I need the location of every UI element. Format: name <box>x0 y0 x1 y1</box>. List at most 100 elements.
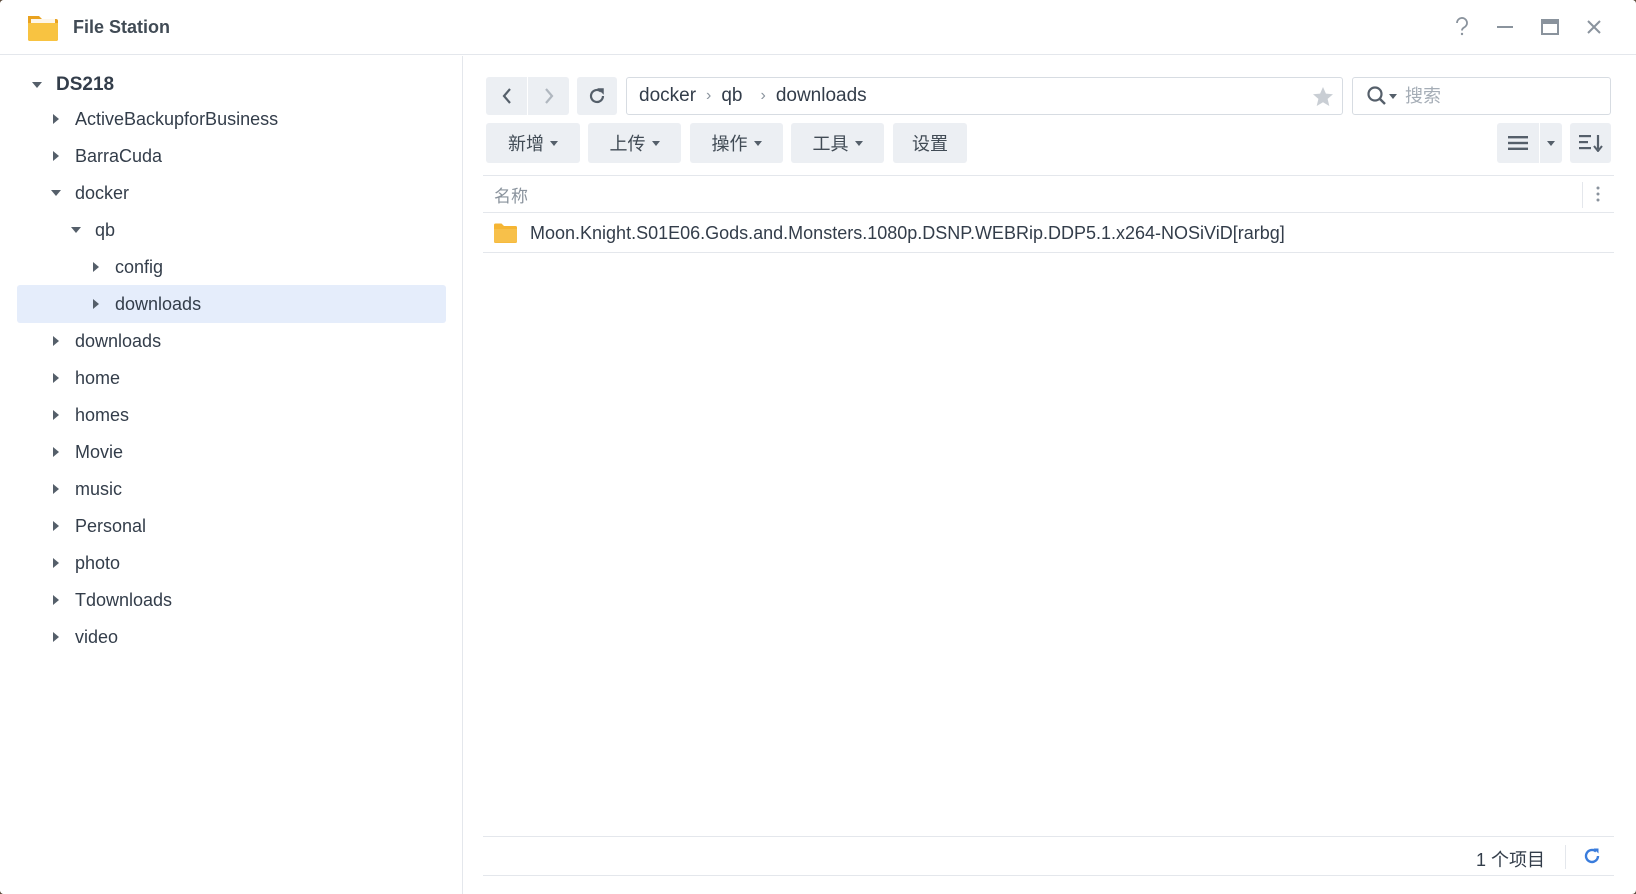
settings-button[interactable]: 设置 <box>893 123 967 163</box>
search-box[interactable] <box>1352 77 1611 115</box>
forward-button[interactable] <box>528 77 569 115</box>
favorite-star-icon[interactable] <box>1312 86 1334 113</box>
file-station-app-icon <box>28 16 58 41</box>
path-bar[interactable]: docker › qb › downloads <box>626 77 1343 115</box>
caret-down-icon[interactable] <box>30 78 44 92</box>
refresh-button[interactable] <box>577 77 617 115</box>
list-view-button[interactable] <box>1497 123 1539 163</box>
caret-right-icon[interactable] <box>49 112 63 126</box>
tree-item-label: Personal <box>75 515 147 536</box>
breadcrumb-docker[interactable]: docker <box>639 85 696 107</box>
tree-item-barracuda[interactable]: BarraCuda <box>17 137 446 175</box>
caret-right-icon[interactable] <box>49 556 63 570</box>
tree-item-label: Tdownloads <box>75 589 173 610</box>
caret-down-icon[interactable] <box>49 186 63 200</box>
tree-item-label: downloads <box>115 293 202 314</box>
tree-item-label: music <box>75 478 123 499</box>
caret-right-icon[interactable] <box>49 408 63 422</box>
sort-button[interactable] <box>1570 123 1611 163</box>
create-button[interactable]: 新增 <box>486 123 580 163</box>
tree-root-label: DS218 <box>56 74 115 95</box>
sort-icon <box>1578 135 1603 152</box>
settings-label: 设置 <box>912 134 948 154</box>
app-title: File Station <box>73 17 171 37</box>
file-row[interactable]: Moon.Knight.S01E06.Gods.and.Monsters.108… <box>483 214 1614 253</box>
list-view-icon <box>1508 136 1528 150</box>
search-input[interactable] <box>1405 85 1585 107</box>
breadcrumb-chevron-icon: › <box>760 87 766 104</box>
tree-item-video[interactable]: video <box>17 618 446 656</box>
column-divider <box>1582 182 1583 208</box>
caret-right-icon[interactable] <box>49 519 63 533</box>
tools-button[interactable]: 工具 <box>791 123 884 163</box>
tree-item-label: config <box>115 256 164 277</box>
breadcrumb-chevron-icon: › <box>706 87 712 104</box>
item-count-unit: 个项目 <box>1491 850 1546 870</box>
caret-down-icon <box>753 140 762 146</box>
tree-item-qb[interactable]: qb <box>17 211 446 249</box>
tree-item-tdownloads[interactable]: Tdownloads <box>17 581 446 619</box>
chevron-left-icon <box>502 88 511 104</box>
tree-item-music[interactable]: music <box>17 470 446 508</box>
action-button[interactable]: 操作 <box>690 123 783 163</box>
tree-item-label: photo <box>75 552 121 573</box>
help-icon[interactable] <box>1449 14 1475 40</box>
chevron-right-icon <box>544 88 553 104</box>
caret-right-icon[interactable] <box>49 445 63 459</box>
file-name[interactable]: Moon.Knight.S01E06.Gods.and.Monsters.108… <box>530 223 1285 244</box>
breadcrumb-downloads[interactable]: downloads <box>776 85 867 107</box>
caret-right-icon[interactable] <box>49 593 63 607</box>
caret-right-icon[interactable] <box>49 334 63 348</box>
tree-item-label: ActiveBackupforBusiness <box>75 108 279 129</box>
caret-right-icon[interactable] <box>49 630 63 644</box>
back-button[interactable] <box>486 77 527 115</box>
caret-down-icon <box>651 140 660 146</box>
view-mode-dropdown[interactable] <box>1540 123 1562 163</box>
tree-item-docker[interactable]: docker <box>17 174 446 212</box>
caret-right-icon[interactable] <box>49 149 63 163</box>
tools-label: 工具 <box>812 134 849 154</box>
tree-item-homes[interactable]: homes <box>17 396 446 434</box>
upload-label: 上传 <box>609 134 646 154</box>
caret-right-icon[interactable] <box>89 297 103 311</box>
status-bar: 1 个项目 <box>483 836 1614 876</box>
caret-down-icon <box>1547 140 1555 146</box>
folder-icon <box>494 223 517 243</box>
tree-root-ds218[interactable]: DS218 <box>17 66 446 104</box>
folder-tree: DS218 ActiveBackupforBusiness BarraCuda do… <box>0 56 463 894</box>
search-options-caret-icon <box>1389 93 1397 99</box>
tree-item-label: qb <box>95 219 116 240</box>
grid-header: 名称 <box>483 175 1614 213</box>
column-menu-icon[interactable] <box>1596 185 1600 208</box>
tree-item-photo[interactable]: photo <box>17 544 446 582</box>
caret-right-icon[interactable] <box>49 371 63 385</box>
status-refresh-icon[interactable] <box>1582 846 1602 871</box>
action-label: 操作 <box>711 134 748 154</box>
caret-down-icon[interactable] <box>69 223 83 237</box>
tree-item-label: downloads <box>75 330 162 351</box>
close-icon[interactable] <box>1581 14 1607 40</box>
tree-item-downloads[interactable]: downloads <box>17 322 446 360</box>
tree-item-activebackupforbusiness[interactable]: ActiveBackupforBusiness <box>17 100 446 138</box>
tree-item-downloads[interactable]: downloads <box>17 285 446 323</box>
tree-item-label: video <box>75 626 119 647</box>
upload-button[interactable]: 上传 <box>588 123 681 163</box>
tree-item-label: home <box>75 367 121 388</box>
create-label: 新增 <box>508 134 544 154</box>
caret-down-icon <box>854 140 863 146</box>
caret-right-icon[interactable] <box>89 260 103 274</box>
tree-item-home[interactable]: home <box>17 359 446 397</box>
caret-right-icon[interactable] <box>49 482 63 496</box>
caret-down-icon <box>550 140 558 146</box>
tree-item-movie[interactable]: Movie <box>17 433 446 471</box>
minimize-icon[interactable] <box>1492 14 1518 40</box>
tree-item-personal[interactable]: Personal <box>17 507 446 545</box>
maximize-icon[interactable] <box>1537 14 1563 40</box>
search-icon[interactable] <box>1367 86 1397 106</box>
tree-item-config[interactable]: config <box>17 248 446 286</box>
column-header-name[interactable]: 名称 <box>494 182 528 207</box>
tree-item-label: BarraCuda <box>75 145 163 166</box>
tree-item-label: docker <box>75 182 130 203</box>
breadcrumb-qb[interactable]: qb <box>721 85 742 107</box>
status-divider <box>1565 845 1566 869</box>
